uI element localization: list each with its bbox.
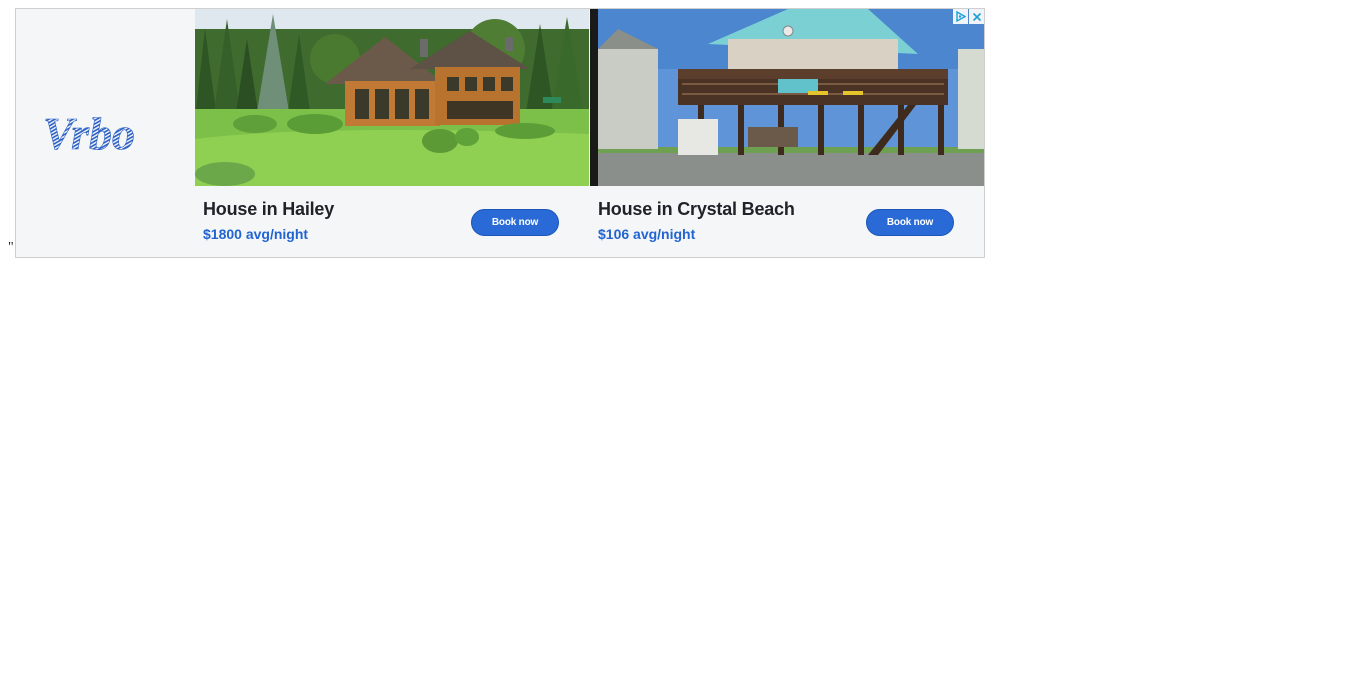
listing-card-crystal-beach[interactable]: House in Crystal Beach $106 avg/night Bo…: [590, 9, 984, 257]
photo-divider: [590, 9, 598, 186]
book-now-button[interactable]: Book now: [471, 209, 559, 236]
vrbo-ad-banner[interactable]: Vrbo House in Hailey $1800 avg/night Boo…: [15, 8, 985, 258]
listing-price: $1800 avg/night: [203, 226, 309, 242]
adchoices-triangle-icon[interactable]: [953, 9, 968, 24]
listing-card-hailey[interactable]: House in Hailey $1800 avg/night Book now: [195, 9, 589, 257]
listing-price: $106 avg/night: [598, 226, 696, 242]
listing-photo-beach-house[interactable]: [598, 9, 984, 186]
stray-quote-text: ": [8, 240, 14, 255]
listing-title[interactable]: House in Hailey: [203, 199, 334, 220]
vrbo-logo-text: Vrbo: [43, 109, 135, 157]
listing-title[interactable]: House in Crystal Beach: [598, 199, 795, 220]
adchoices-controls[interactable]: [953, 9, 984, 24]
vrbo-logo: Vrbo: [42, 109, 135, 157]
vrbo-logo-panel[interactable]: Vrbo: [16, 9, 195, 257]
book-now-button[interactable]: Book now: [866, 209, 954, 236]
listing-photo-log-cabin[interactable]: [195, 9, 589, 186]
close-x-icon[interactable]: [969, 9, 984, 24]
